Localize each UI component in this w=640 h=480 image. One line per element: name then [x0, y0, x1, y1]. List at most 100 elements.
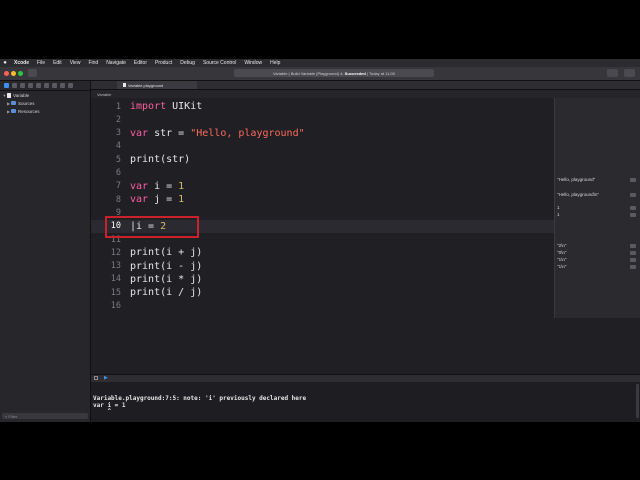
hide-debug-area-icon[interactable]	[94, 376, 98, 380]
line-number: 16	[110, 301, 121, 311]
code-token: var	[130, 180, 149, 192]
result-value: "Hello, playground"	[557, 177, 596, 182]
code-line[interactable]: 13 print(i - j)	[91, 260, 554, 273]
code-token: var	[130, 127, 149, 139]
code-line[interactable]: 4	[91, 140, 554, 153]
line-number: 1	[115, 101, 121, 112]
folder-icon[interactable]	[4, 83, 9, 88]
code-text: print(i + j)	[130, 247, 202, 258]
apple-menu-icon[interactable]: ●	[0, 60, 10, 66]
result-value: "2\n"	[557, 243, 567, 248]
menu-product[interactable]: Product	[151, 60, 176, 66]
search-icon[interactable]	[28, 83, 33, 88]
code-text: var j = 1	[130, 194, 184, 205]
quick-look-icon[interactable]	[630, 244, 636, 248]
source-control-icon[interactable]	[12, 83, 17, 88]
code-line[interactable]: 16	[91, 300, 554, 313]
line-number: 7	[115, 181, 121, 192]
navigator-toggle-button[interactable]	[28, 69, 37, 77]
breakpoint-icon[interactable]	[60, 83, 65, 88]
code-line[interactable]: 1 import UIKit	[91, 100, 554, 113]
code-line[interactable]: 3 var str = "Hello, playground"	[91, 127, 554, 140]
code-text: var str = "Hello, playground"	[130, 128, 305, 139]
menu-edit[interactable]: Edit	[49, 60, 66, 66]
debug-bar: ▶	[91, 374, 640, 382]
console-scrollbar[interactable]	[636, 384, 639, 418]
menu-window[interactable]: Window	[240, 60, 266, 66]
quick-look-icon[interactable]	[630, 258, 636, 262]
quick-look-icon[interactable]	[630, 193, 636, 197]
line-number: 14	[110, 274, 121, 285]
folder-icon	[11, 101, 16, 105]
warning-icon[interactable]	[36, 83, 41, 88]
debug-console[interactable]: Variable.playground:7:5: note: 'i' previ…	[91, 382, 640, 422]
code-token: var	[130, 194, 149, 206]
close-window-button[interactable]	[4, 71, 9, 76]
code-token: 1	[178, 180, 185, 192]
result-value: 1	[557, 205, 560, 210]
tree-item-resources[interactable]: ▶ Resources	[0, 107, 90, 115]
code-line[interactable]: 6	[91, 167, 554, 180]
test-icon[interactable]	[44, 83, 49, 88]
menu-help[interactable]: Help	[266, 60, 284, 66]
code-token: 1	[178, 194, 185, 206]
editor-area: Variable.playground Variable 1 import UIK…	[91, 81, 640, 422]
code-line[interactable]: 8 var j = 1	[91, 193, 554, 206]
library-button[interactable]	[607, 69, 618, 77]
jump-bar[interactable]: Variable	[91, 90, 640, 98]
inspector-toggle-button[interactable]	[624, 69, 635, 77]
report-icon[interactable]	[68, 83, 73, 88]
tree-item-sources[interactable]: ▶ Sources	[0, 99, 90, 107]
minimize-window-button[interactable]	[11, 71, 16, 76]
menu-source-control[interactable]: Source Control	[199, 60, 240, 66]
activity-prefix: Variable | Build Variable (Playground) 4…	[273, 70, 344, 76]
code-line[interactable]: 5 print(str)	[91, 153, 554, 166]
code-token: str =	[148, 127, 191, 139]
quick-look-icon[interactable]	[630, 265, 636, 269]
project-navigator: ▼ Variable ▶ Sources ▶ Resources ⌕ Filte…	[0, 81, 91, 422]
menu-bar: ● Xcode File Edit View Find Navigate Edi…	[0, 59, 640, 67]
menu-file[interactable]: File	[33, 60, 49, 66]
folder-icon	[11, 109, 16, 113]
quick-look-icon[interactable]	[630, 206, 636, 210]
symbol-icon[interactable]	[20, 83, 25, 88]
navigator-tabs	[0, 81, 90, 91]
menu-editor[interactable]: Editor	[130, 60, 151, 66]
code-token: j =	[148, 194, 179, 206]
zoom-window-button[interactable]	[18, 71, 23, 76]
debug-icon[interactable]	[52, 83, 57, 88]
menu-find[interactable]: Find	[84, 60, 102, 66]
result-value: "0\n"	[557, 250, 567, 255]
code-editor[interactable]: 1 import UIKit 2 3 var str = "Hello, playgro…	[91, 98, 554, 318]
code-line[interactable]: 2	[91, 113, 554, 126]
line-number: 4	[115, 141, 121, 152]
code-text: print(i * j)	[130, 274, 202, 285]
menu-view[interactable]: View	[66, 60, 85, 66]
quick-look-icon[interactable]	[630, 178, 636, 182]
code-line[interactable]: 7 var i = 1	[91, 180, 554, 193]
menu-debug[interactable]: Debug	[176, 60, 199, 66]
toolbar: Variable | Build Variable (Playground) 4…	[0, 67, 640, 81]
navigator-filter-input[interactable]: ⌕ Filter	[2, 413, 88, 419]
code-token: "Hello, playground"	[190, 127, 305, 139]
code-token: print(i + j)	[130, 247, 203, 259]
code-line[interactable]: 15 print(i / j)	[91, 286, 554, 299]
code-text: import UIKit	[130, 101, 202, 112]
quick-look-icon[interactable]	[630, 251, 636, 255]
menu-navigate[interactable]: Navigate	[102, 60, 130, 66]
line-number: 8	[115, 194, 121, 205]
menu-xcode[interactable]: Xcode	[10, 60, 33, 66]
tree-item-project-label: Variable	[13, 92, 30, 98]
run-playground-icon[interactable]: ▶	[104, 375, 108, 381]
code-text: print(i - j)	[130, 261, 202, 272]
line-number: 15	[110, 287, 121, 298]
playground-file-icon	[123, 83, 126, 87]
line-number: 13	[110, 261, 121, 272]
tree-item-project[interactable]: ▼ Variable	[0, 91, 90, 99]
jump-bar-label: Variable	[97, 91, 112, 97]
quick-look-icon[interactable]	[630, 213, 636, 217]
editor-tab[interactable]: Variable.playground	[117, 81, 197, 89]
result-value: "Hello, playground\n"	[557, 192, 599, 197]
code-line[interactable]: 12 print(i + j)	[91, 246, 554, 259]
code-line[interactable]: 14 print(i * j)	[91, 273, 554, 286]
